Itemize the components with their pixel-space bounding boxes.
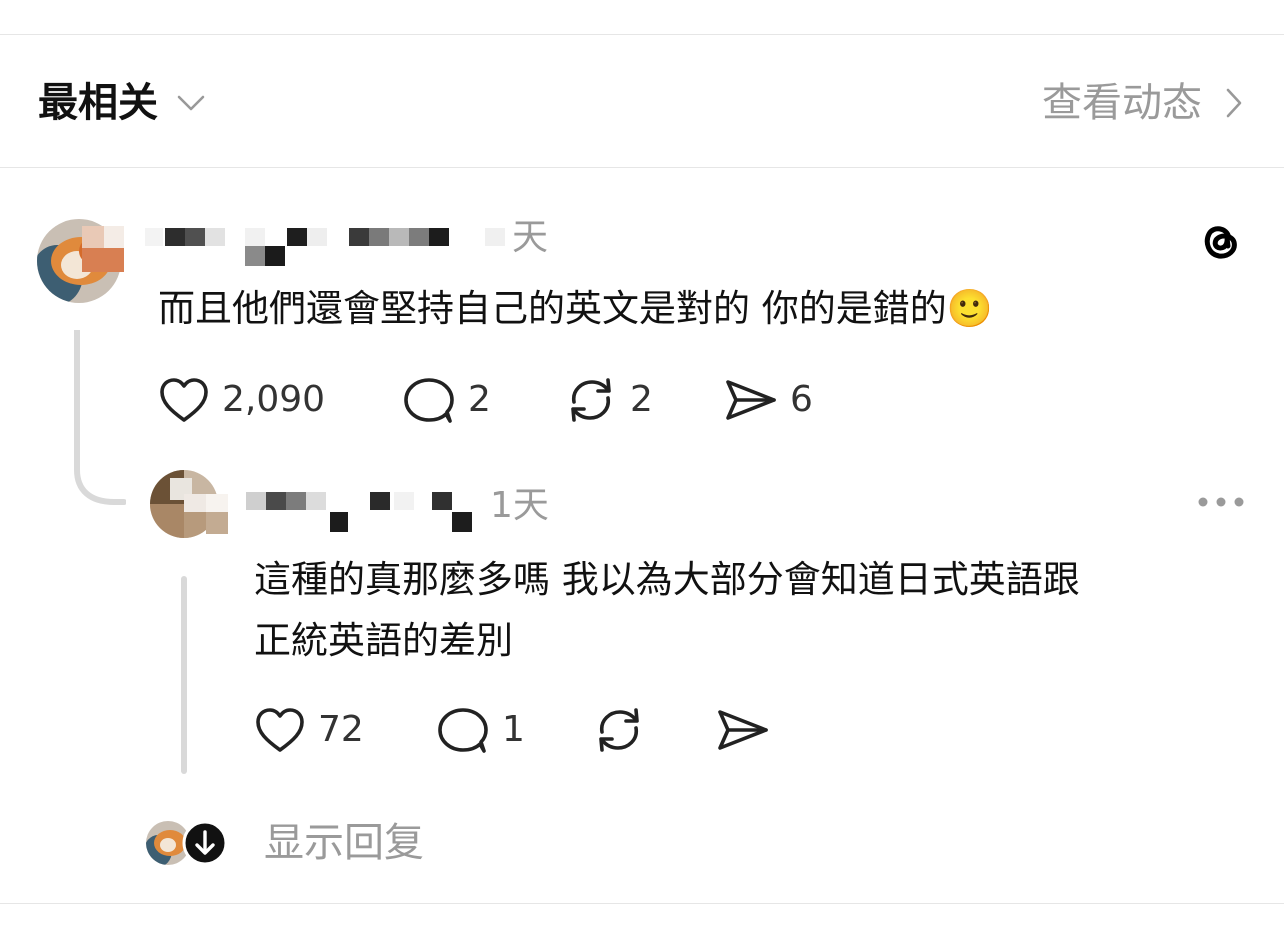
censored-username [145, 228, 505, 268]
send-icon [726, 380, 776, 420]
like-button[interactable]: 72 [254, 706, 364, 754]
top-divider [0, 34, 1284, 35]
view-activity-label: 查看动态 [1042, 80, 1202, 126]
chevron-right-icon [1226, 88, 1242, 118]
comment-time: 1天 [490, 485, 549, 526]
reply-count: 2 [468, 379, 491, 420]
censor-block [206, 494, 228, 512]
view-activity-link[interactable]: 查看动态 [1042, 78, 1244, 128]
thread-connector [74, 330, 126, 505]
share-button[interactable]: 6 [724, 376, 813, 424]
reply-text-line1: 這種的真那麼多嗎 我以為大部分會知道日式英語跟 [254, 558, 1080, 601]
reply-text-line2: 正統英語的差別 [254, 619, 513, 662]
heart-icon [160, 378, 208, 422]
sort-dropdown[interactable]: 最相关 [38, 78, 206, 128]
more-dots-icon[interactable] [1196, 494, 1246, 510]
repost-icon [571, 378, 611, 422]
censor-block [82, 248, 124, 272]
comment-bubble-icon [404, 378, 454, 423]
repost-icon [599, 708, 639, 752]
sort-label: 最相关 [38, 80, 158, 126]
show-replies-label: 显示回复 [264, 820, 424, 866]
show-replies-button[interactable]: 显示回复 [146, 818, 424, 868]
like-count: 2,090 [222, 379, 326, 420]
threads-logo-icon[interactable] [1196, 216, 1244, 264]
reply-count: 1 [502, 709, 525, 750]
repost-button[interactable]: 2 [564, 374, 653, 426]
like-count: 72 [318, 709, 364, 750]
chevron-down-icon [177, 95, 205, 111]
header-divider [0, 167, 1284, 168]
heart-icon [256, 708, 304, 752]
reply-button[interactable]: 2 [402, 376, 491, 424]
share-button[interactable] [716, 706, 770, 754]
comment-bubble-icon [438, 708, 488, 753]
reply-button[interactable]: 1 [436, 706, 525, 754]
censor-block [104, 226, 124, 248]
send-icon [718, 710, 768, 750]
repost-button[interactable] [592, 704, 646, 756]
arrow-down-icon [182, 820, 228, 866]
censor-block [184, 494, 206, 512]
censor-block [82, 226, 104, 248]
bottom-divider [0, 903, 1284, 904]
censored-username [246, 492, 486, 534]
censor-block [206, 512, 228, 534]
comment-time: 天 [512, 217, 549, 258]
repost-count: 2 [630, 379, 653, 420]
share-count: 6 [790, 379, 813, 420]
comment-text: 而且他們還會堅持自己的英文是對的 你的是錯的🙂 [158, 287, 993, 330]
reply-thread-line [181, 576, 187, 774]
like-button[interactable]: 2,090 [158, 376, 325, 424]
